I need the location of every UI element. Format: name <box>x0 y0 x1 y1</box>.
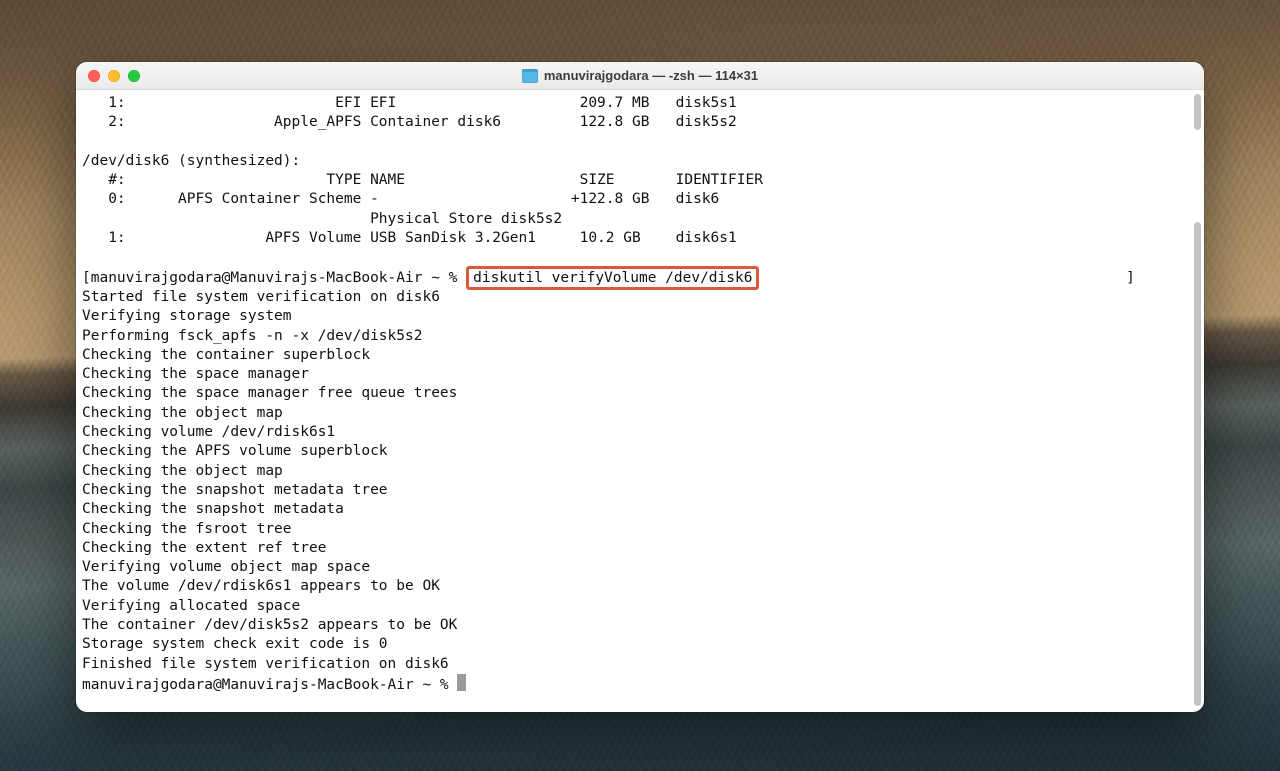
terminal-window: manuvirajgodara — -zsh — 114×31 1: EFI E… <box>76 62 1204 712</box>
titlebar[interactable]: manuvirajgodara — -zsh — 114×31 <box>76 62 1204 90</box>
highlighted-command: diskutil verifyVolume /dev/disk6 <box>466 266 759 290</box>
window-title: manuvirajgodara — -zsh — 114×31 <box>544 68 758 83</box>
scrollbar-thumb[interactable] <box>1194 94 1201 130</box>
prompt: [manuvirajgodara@Manuvirajs-MacBook-Air … <box>82 270 466 286</box>
folder-icon <box>522 69 538 83</box>
terminal-output[interactable]: 1: EFI EFI 209.7 MB disk5s1 2: Apple_APF… <box>82 94 1198 695</box>
terminal-body: 1: EFI EFI 209.7 MB disk5s1 2: Apple_APF… <box>76 90 1204 712</box>
prompt: manuvirajgodara@Manuvirajs-MacBook-Air ~… <box>82 677 457 693</box>
minimize-button[interactable] <box>108 70 120 82</box>
cursor <box>457 674 466 691</box>
terminal-scroll-area[interactable]: 1: EFI EFI 209.7 MB disk5s1 2: Apple_APF… <box>76 90 1204 712</box>
close-button[interactable] <box>88 70 100 82</box>
scrollbar-thumb[interactable] <box>1194 222 1201 706</box>
prompt-suffix: ] <box>759 270 1134 286</box>
maximize-button[interactable] <box>128 70 140 82</box>
traffic-lights <box>76 70 140 82</box>
